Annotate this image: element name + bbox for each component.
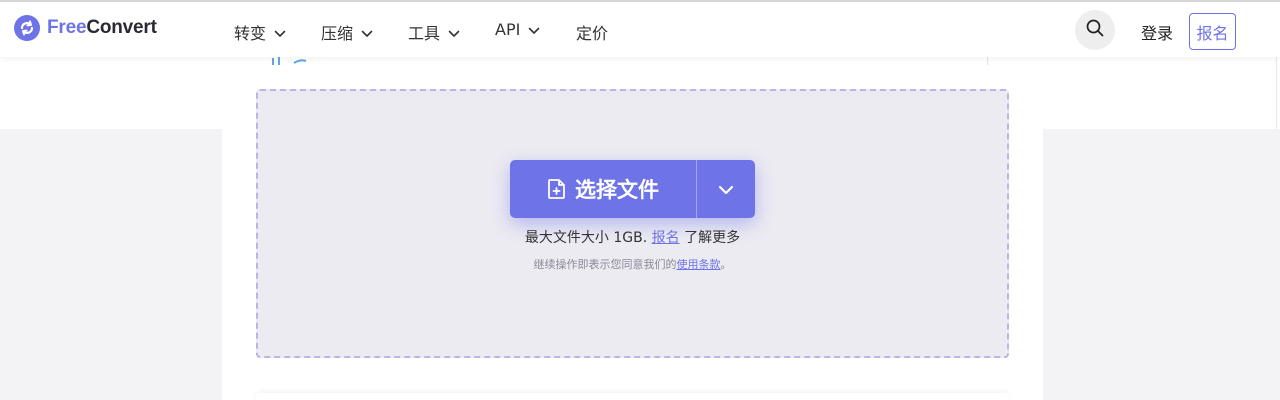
nav-item-pricing[interactable]: 定价 [576, 20, 608, 44]
terms-suffix: 。 [720, 258, 732, 271]
divider [1276, 57, 1277, 129]
signup-link[interactable]: 报名 [652, 230, 680, 246]
max-file-size-info: 最大文件大小 1GB. 报名 了解更多 [0, 227, 1265, 247]
upload-source-dropdown[interactable] [697, 160, 755, 218]
login-link[interactable]: 登录 [1141, 20, 1173, 44]
terms-prefix: 继续操作即表示您同意我们的 [533, 258, 677, 271]
nav-item-label: 转变 [234, 24, 267, 43]
terms-of-use-link[interactable]: 使用条款 [677, 258, 721, 271]
max-file-size-text: 最大文件大小 1GB. [524, 230, 648, 246]
chevron-down-icon [528, 20, 540, 39]
chevron-down-icon [361, 23, 373, 42]
top-navbar: FreeConvert 转变 压缩 工具 API 定价 登录 报名 [0, 0, 1280, 57]
content-card [256, 393, 1009, 400]
logo-text: FreeConvert [47, 17, 157, 39]
learn-more-text: 了解更多 [684, 230, 741, 246]
search-icon [1086, 19, 1104, 41]
choose-file-label: 选择文件 [575, 178, 659, 202]
chevron-down-icon [274, 23, 286, 42]
divider [987, 57, 988, 65]
file-plus-icon [547, 178, 567, 200]
terms-notice: 继续操作即表示您同意我们的使用条款。 [0, 256, 1265, 272]
nav-item-tools[interactable]: 工具 [408, 20, 460, 44]
logo-text-convert: Convert [86, 17, 157, 38]
nav-item-convert[interactable]: 转变 [234, 20, 286, 44]
file-dropzone[interactable] [256, 89, 1009, 358]
chevron-down-icon [718, 180, 734, 199]
nav-item-label: API [495, 20, 521, 39]
nav-item-label: 定价 [576, 24, 609, 43]
choose-file-button[interactable]: 选择文件 [510, 160, 696, 218]
nav-item-label: 压缩 [321, 24, 354, 43]
nav-item-label: 工具 [408, 24, 441, 43]
nav-item-compress[interactable]: 压缩 [321, 20, 373, 44]
logo-icon [14, 15, 40, 41]
chevron-down-icon [448, 23, 460, 42]
choose-file-button-group: 选择文件 [510, 160, 755, 218]
signup-button[interactable]: 报名 [1189, 13, 1236, 50]
nav-item-api[interactable]: API [495, 20, 540, 39]
search-button[interactable] [1075, 10, 1115, 50]
logo-text-free: Free [47, 17, 87, 38]
logo[interactable]: FreeConvert [14, 15, 157, 41]
